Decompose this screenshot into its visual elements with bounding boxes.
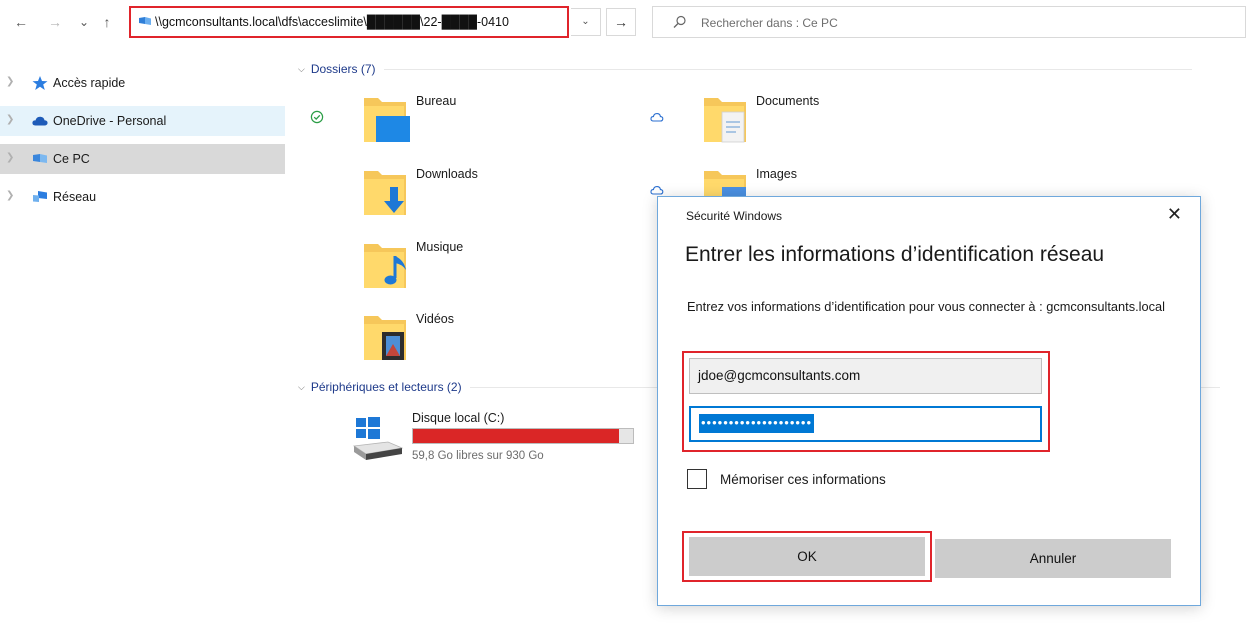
divider (383, 68, 1192, 70)
drive-name: Disque local (C:) (412, 411, 505, 425)
remember-checkbox[interactable] (687, 469, 707, 489)
folder-tile-downloads[interactable]: Downloads (304, 165, 584, 231)
dialog-caption: Sécurité Windows (686, 209, 783, 223)
folder-tile-videos[interactable]: Vidéos (304, 310, 584, 376)
search-input[interactable]: Rechercher dans : Ce PC (652, 6, 1246, 38)
folder-name: Documents (756, 94, 820, 108)
desktop-folder-icon (364, 98, 410, 142)
folder-name: Downloads (416, 167, 478, 181)
chevron-right-icon[interactable]: ❯ (6, 152, 14, 163)
folders-section-label: Dossiers (7) (310, 62, 376, 76)
folder-tile-music[interactable]: Musique (304, 238, 584, 304)
up-button[interactable]: ↑ (98, 12, 116, 32)
documents-folder-icon (704, 98, 746, 143)
folder-name: Bureau (416, 94, 457, 108)
videos-folder-icon (364, 316, 406, 360)
password-mask: •••••••••••••••••••• (699, 414, 815, 433)
folder-tile-bureau[interactable]: Bureau (304, 92, 584, 158)
drive-tile-local-c[interactable]: Disque local (C:) 59,8 Go libres sur 930… (340, 408, 640, 472)
forward-button[interactable]: → (46, 12, 64, 32)
chevron-right-icon[interactable]: ❯ (6, 190, 14, 201)
nav-item-label: Réseau (53, 190, 97, 204)
search-placeholder: Rechercher dans : Ce PC (701, 16, 838, 30)
chevron-down-icon[interactable]: ⌵ (298, 382, 305, 393)
folder-name: Musique (416, 240, 464, 254)
folders-section-header[interactable]: ⌵ Dossiers (7) (298, 62, 1192, 76)
chevron-right-icon[interactable]: ❯ (6, 114, 14, 125)
remember-label: Mémoriser ces informations (720, 471, 886, 487)
recent-locations-button[interactable]: ⌄ (76, 12, 92, 32)
cloud-outline-icon (650, 186, 664, 195)
cloud-outline-icon (650, 113, 664, 122)
drive-usage-bar (412, 428, 634, 444)
nav-item-label: Accès rapide (53, 76, 126, 90)
close-icon[interactable]: ✕ (1167, 205, 1182, 223)
dialog-title: Entrer les informations d’identification… (685, 243, 1105, 266)
address-dropdown-button[interactable]: ⌄ (571, 8, 601, 36)
downloads-folder-icon (364, 171, 406, 215)
address-bar[interactable]: \\gcmconsultants.local\dfs\acceslimite\█… (129, 6, 569, 38)
nav-item-network[interactable]: ❯ Réseau (0, 182, 285, 212)
star-icon (32, 76, 48, 90)
nav-item-this-pc[interactable]: ❯ Ce PC (0, 144, 285, 174)
folder-tile-documents[interactable]: Documents (644, 92, 924, 158)
nav-item-quick-access[interactable]: ❯ Accès rapide (0, 68, 285, 98)
local-disk-icon (352, 417, 404, 460)
folder-name: Images (756, 167, 797, 181)
username-field[interactable]: jdoe@gcmconsultants.com (689, 358, 1042, 394)
drive-free-space: 59,8 Go libres sur 930 Go (412, 450, 544, 462)
password-field[interactable]: •••••••••••••••••••• (689, 406, 1042, 442)
remember-credentials-row[interactable]: Mémoriser ces informations (687, 469, 886, 489)
dialog-description: Entrez vos informations d’identification… (687, 299, 1165, 314)
ok-button[interactable]: OK (689, 537, 925, 576)
computer-icon (33, 154, 47, 163)
drive-usage-fill (413, 429, 619, 443)
search-icon (673, 15, 686, 28)
chevron-right-icon[interactable]: ❯ (6, 76, 14, 87)
cloud-icon (32, 116, 48, 126)
address-toolbar: ← → ⌄ ↑ \\gcmconsultants.local\dfs\acces… (0, 0, 1246, 44)
music-folder-icon (364, 244, 406, 288)
folder-name: Vidéos (416, 312, 454, 326)
go-button[interactable]: → (606, 8, 636, 36)
nav-item-label: Ce PC (53, 152, 90, 166)
ok-highlight-box: OK (682, 531, 932, 582)
devices-section-label: Périphériques et lecteurs (2) (310, 380, 462, 394)
address-path[interactable]: \\gcmconsultants.local\dfs\acceslimite\█… (155, 15, 509, 29)
cancel-button[interactable]: Annuler (935, 539, 1171, 578)
chevron-down-icon[interactable]: ⌵ (298, 64, 305, 75)
credentials-dialog: Sécurité Windows ✕ Entrer les informatio… (657, 196, 1201, 606)
nav-item-onedrive[interactable]: ❯ OneDrive - Personal (0, 106, 285, 136)
back-button[interactable]: ← (12, 12, 30, 32)
nav-item-label: OneDrive - Personal (53, 114, 167, 128)
credentials-highlight-box: jdoe@gcmconsultants.com ••••••••••••••••… (682, 351, 1050, 452)
synced-check-icon (310, 110, 324, 124)
navigation-pane: ❯ Accès rapide ❯ OneDrive - Personal ❯ C… (0, 60, 285, 634)
network-icon (33, 191, 47, 202)
network-path-icon (139, 17, 151, 25)
